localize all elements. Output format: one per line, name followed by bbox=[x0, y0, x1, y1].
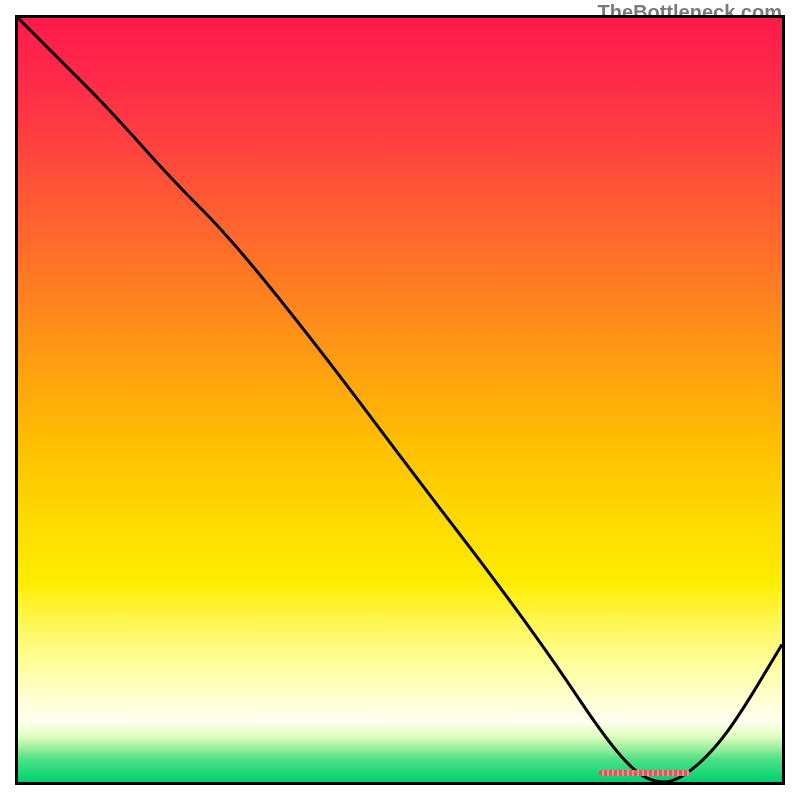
plot-area bbox=[15, 15, 785, 785]
chart-container: TheBottleneck.com bbox=[0, 0, 800, 800]
optimal-range-marker bbox=[599, 770, 691, 776]
bottleneck-curve bbox=[18, 18, 782, 782]
